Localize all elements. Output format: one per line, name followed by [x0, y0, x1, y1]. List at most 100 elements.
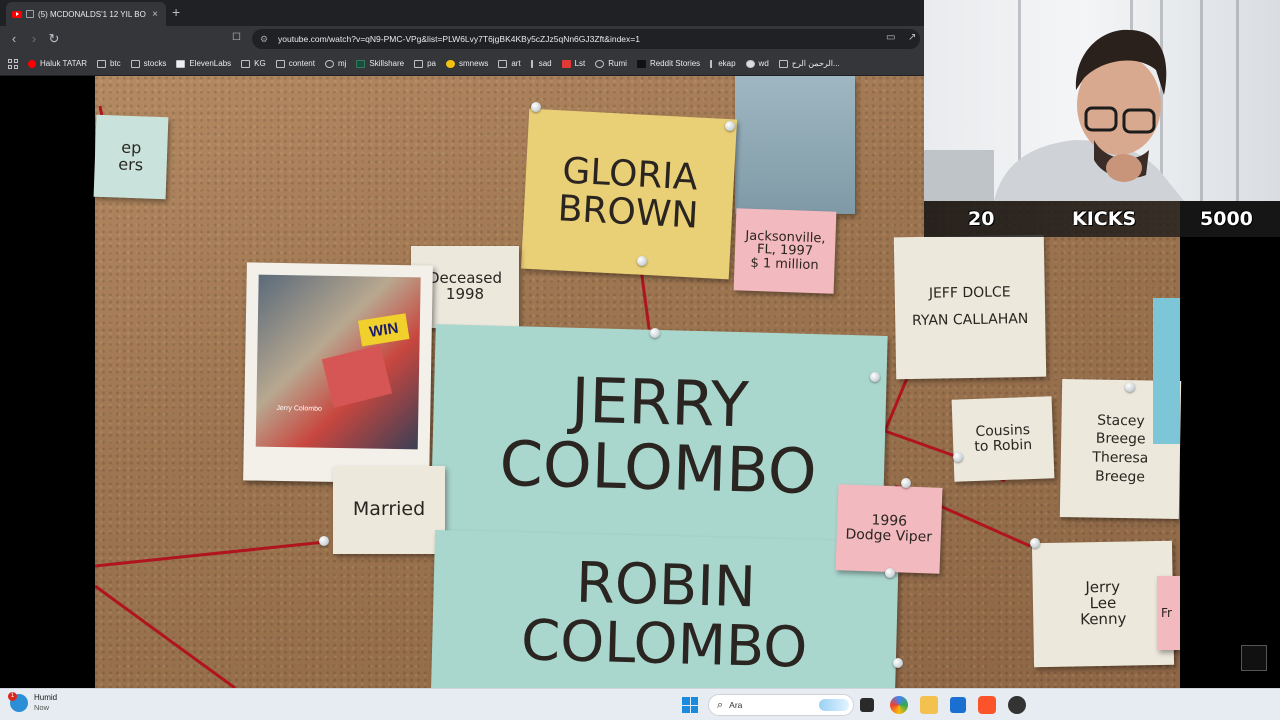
search-placeholder: Ara	[729, 700, 743, 710]
note-text: ers	[118, 154, 144, 175]
bookmark-label: mj	[337, 59, 347, 68]
youtube-icon	[28, 59, 36, 68]
skillshare-icon	[356, 59, 366, 68]
polaroid-photo: WIN Jerry Colombo	[243, 262, 433, 484]
site-info-icon[interactable]: ⚙	[260, 34, 274, 45]
weather-title: Humid	[34, 693, 58, 702]
weather-widget[interactable]: 1 Humid Now	[8, 691, 58, 712]
bookmark-art[interactable]: art	[498, 59, 521, 68]
bookmark-label: wd	[758, 59, 769, 68]
note-text: Theresa	[1092, 449, 1149, 467]
brave-browser-icon[interactable]	[978, 696, 996, 714]
note-text: Kenny	[1079, 609, 1127, 629]
push-pin	[1030, 538, 1040, 548]
bookmark-label: Rumi	[608, 59, 627, 68]
win-sign: WIN	[358, 313, 410, 347]
s-logo-icon	[561, 59, 571, 68]
obs-icon[interactable]	[1008, 696, 1026, 714]
snipping-tool-icon[interactable]	[950, 697, 966, 713]
task-view-icon[interactable]	[860, 698, 874, 712]
bookmark-mj[interactable]: mj	[324, 59, 347, 68]
folder-icon	[241, 59, 251, 68]
note-text: JERRY	[570, 363, 750, 442]
youtube-icon	[12, 10, 22, 18]
bookmark-label: smnews	[459, 59, 489, 68]
close-tab-icon[interactable]: ×	[150, 9, 160, 20]
file-explorer-icon[interactable]	[920, 696, 938, 714]
photo-edge-partial	[1153, 298, 1180, 444]
back-button[interactable]: ‹	[6, 31, 22, 47]
apps-icon[interactable]	[8, 58, 18, 69]
bookmark-icon[interactable]: ☐	[232, 32, 241, 43]
bookmark-label: ElevenLabs	[189, 59, 232, 68]
note-text: Fr	[1161, 605, 1172, 620]
note-text: Dodge Viper	[845, 526, 933, 546]
bookmark-reddit-stories[interactable]: Reddit Stories	[636, 59, 701, 68]
note-text: to Robin	[974, 436, 1033, 456]
note-text: COLOMBO	[498, 426, 818, 509]
address-bar[interactable]: ⚙ youtube.com/watch?v=qN9-PMC-VPg&list=P…	[252, 29, 920, 49]
bookmark-rumi[interactable]: Rumi	[595, 59, 627, 68]
bookmark-btc[interactable]: btc	[96, 59, 121, 68]
bookmark-stocks[interactable]: stocks	[130, 59, 166, 68]
push-pin	[650, 328, 660, 338]
browser-toolbar: ‹ › ↻ ☐ ⚙ youtube.com/watch?v=qN9-PMC-VP…	[0, 26, 924, 52]
push-pin	[953, 452, 963, 462]
windows-start-icon[interactable]	[682, 697, 698, 713]
photo-top-partial	[735, 76, 855, 214]
note-text: Breege	[1094, 468, 1146, 486]
tab-youtube[interactable]: (5) MCDONALDS'1 12 YIL BOY ×	[6, 2, 166, 26]
bookmark-sad[interactable]: sad	[530, 59, 552, 68]
bookmark-content[interactable]: content	[275, 59, 315, 68]
wd-icon	[745, 59, 755, 68]
push-pin	[901, 478, 911, 488]
folder-icon	[130, 59, 140, 68]
taskbar-search[interactable]: ⌕ Ara	[708, 694, 854, 716]
media-icon	[26, 10, 34, 18]
red-box	[321, 344, 393, 408]
d-logo-icon	[636, 59, 646, 68]
folder-icon	[275, 59, 285, 68]
push-pin	[870, 372, 880, 382]
bookmark-label: Lst	[574, 59, 586, 68]
bookmark-haluk[interactable]: Haluk TATAR	[28, 59, 87, 68]
note-robin-colombo: ROBIN COLOMBO	[430, 529, 900, 688]
copilot-icon[interactable]	[890, 696, 908, 714]
note-text: Breege	[1095, 430, 1146, 448]
cast-icon[interactable]: ▭	[886, 32, 895, 43]
new-tab-button[interactable]: +	[172, 5, 180, 19]
bookmark-kg[interactable]: KG	[241, 59, 266, 68]
bookmark-lst[interactable]: Lst	[561, 59, 586, 68]
weather-icon: 1	[8, 691, 28, 712]
bookmarks-bar: Haluk TATAR btc stocks ElevenLabs KG con…	[0, 52, 924, 76]
bookmark-label: pa	[427, 59, 436, 68]
kicks-counter-bar: 20 KICKS 5000	[924, 201, 1280, 237]
bookmark-pa[interactable]: pa	[414, 59, 436, 68]
forward-button[interactable]: ›	[26, 31, 42, 47]
bookmark-ekap[interactable]: ekap	[710, 59, 736, 68]
github-icon	[324, 59, 334, 68]
bookmark-skillshare[interactable]: Skillshare	[356, 59, 404, 68]
folder-icon	[96, 59, 106, 68]
bookmark-elevenlabs[interactable]: ElevenLabs	[176, 59, 231, 68]
note-text: RYAN CALLAHAN	[911, 310, 1029, 330]
bookmark-arabic[interactable]: الرحمن الرح...	[778, 59, 840, 68]
search-icon: ⌕	[717, 698, 724, 711]
slash-icon	[530, 59, 535, 68]
share-icon[interactable]: ↗	[908, 32, 916, 43]
bookmark-label: الرحمن الرح...	[791, 59, 840, 68]
note-jeff-ryan: JEFF DOLCE RYAN CALLAHAN	[893, 234, 1047, 380]
push-pin	[637, 256, 647, 266]
bookmark-smnews[interactable]: smnews	[446, 59, 488, 68]
bookmark-wd[interactable]: wd	[745, 59, 769, 68]
windows-taskbar: 1 Humid Now ⌕ Ara	[0, 688, 1280, 720]
note-right-partial: Fr	[1157, 576, 1180, 650]
bookmark-label: Reddit Stories	[649, 59, 701, 68]
push-pin	[1125, 382, 1135, 392]
note-text: Married	[352, 498, 426, 521]
slash-icon	[710, 59, 714, 68]
reload-button[interactable]: ↻	[46, 31, 62, 47]
smiley-icon	[446, 59, 455, 68]
notification-badge: 1	[8, 691, 17, 701]
note-jerry-lee-kenny: Jerry Lee Kenny	[1031, 540, 1175, 668]
